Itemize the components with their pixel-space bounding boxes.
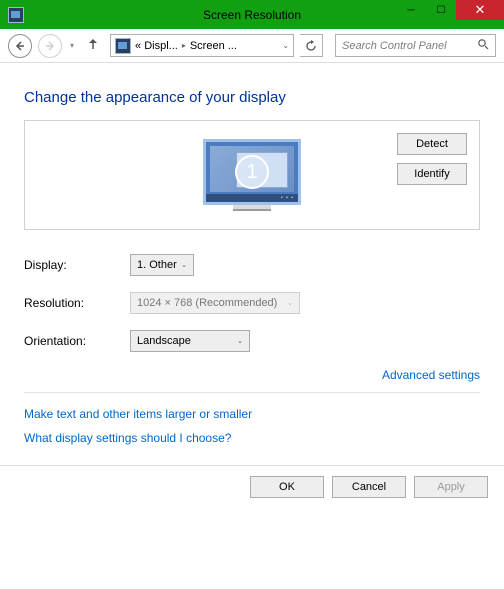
maximize-button[interactable]: ☐ [426, 0, 456, 20]
refresh-icon [305, 40, 317, 52]
monitor-preview[interactable]: • • • 1 [203, 139, 301, 211]
breadcrumb-item[interactable]: Screen ... [190, 40, 237, 52]
titlebar: Screen Resolution ─ ☐ ✕ [0, 0, 504, 29]
minimize-button[interactable]: ─ [396, 0, 426, 20]
arrow-right-icon [44, 40, 56, 52]
orientation-select[interactable]: Landscape ⌄ [130, 330, 250, 352]
display-select[interactable]: 1. Other ⌄ [130, 254, 194, 276]
close-button[interactable]: ✕ [456, 0, 504, 20]
search-icon [477, 38, 489, 53]
orientation-value: Landscape [137, 335, 191, 347]
divider [24, 392, 480, 393]
chevron-down-icon: ⌄ [181, 261, 187, 269]
chevron-down-icon[interactable]: ⌄ [282, 41, 289, 50]
chevron-down-icon: ⌄ [237, 337, 243, 345]
arrow-up-icon [86, 37, 100, 51]
orientation-label: Orientation: [24, 334, 130, 348]
text-size-link[interactable]: Make text and other items larger or smal… [24, 407, 252, 421]
back-button[interactable] [8, 34, 32, 58]
resolution-value: 1024 × 768 (Recommended) [137, 297, 277, 309]
monitor-number: 1 [235, 155, 269, 189]
window-title: Screen Resolution [203, 8, 301, 22]
apply-button[interactable]: Apply [414, 476, 488, 498]
display-value: 1. Other [137, 259, 177, 271]
address-bar[interactable]: « Displ... ▸ Screen ... ⌄ [110, 34, 294, 57]
up-button[interactable] [82, 37, 104, 54]
control-panel-icon [115, 38, 131, 54]
ok-button[interactable]: OK [250, 476, 324, 498]
refresh-button[interactable] [300, 34, 323, 57]
identify-button[interactable]: Identify [397, 163, 467, 185]
monitor-screen: • • • 1 [203, 139, 301, 205]
help-link[interactable]: What display settings should I choose? [24, 431, 231, 445]
page-heading: Change the appearance of your display [24, 89, 480, 106]
arrow-left-icon [14, 40, 26, 52]
history-dropdown-icon[interactable]: ▾ [68, 41, 76, 50]
search-input[interactable]: Search Control Panel [335, 34, 496, 57]
nav-toolbar: ▾ « Displ... ▸ Screen ... ⌄ Search Contr… [0, 29, 504, 63]
advanced-settings-link[interactable]: Advanced settings [382, 368, 480, 382]
footer-buttons: OK Cancel Apply [0, 466, 504, 508]
content-panel: Change the appearance of your display • … [0, 63, 504, 445]
forward-button[interactable] [38, 34, 62, 58]
control-panel-icon [8, 7, 24, 23]
display-preview-box: • • • 1 Detect Identify [24, 120, 480, 230]
resolution-label: Resolution: [24, 296, 130, 310]
breadcrumb-item[interactable]: « Displ... [135, 40, 178, 52]
chevron-right-icon: ▸ [182, 41, 186, 50]
resolution-select[interactable]: 1024 × 768 (Recommended) ⌄ [130, 292, 300, 314]
display-label: Display: [24, 258, 130, 272]
detect-button[interactable]: Detect [397, 133, 467, 155]
window-controls: ─ ☐ ✕ [396, 0, 504, 29]
chevron-down-icon: ⌄ [287, 299, 293, 307]
cancel-button[interactable]: Cancel [332, 476, 406, 498]
search-placeholder: Search Control Panel [342, 40, 447, 52]
